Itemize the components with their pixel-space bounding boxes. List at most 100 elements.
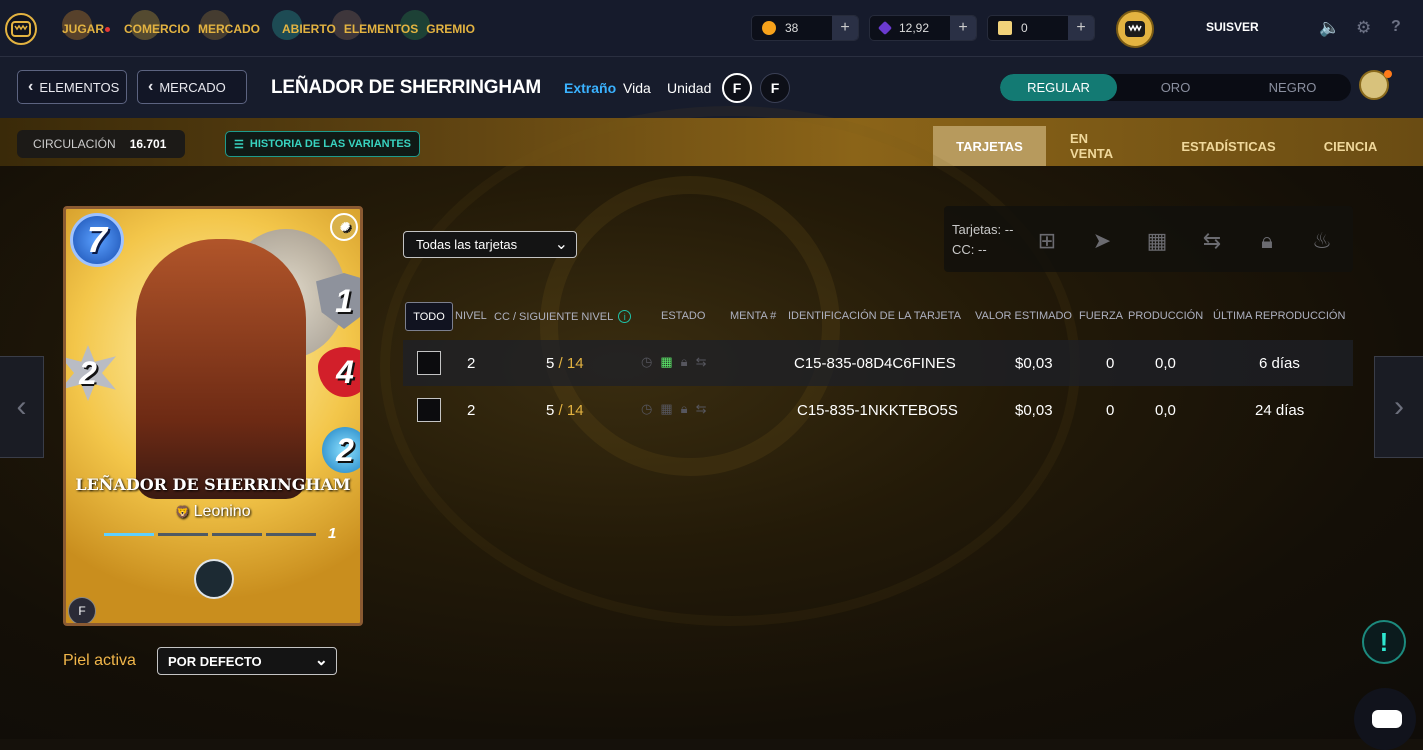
- row-cp-value: 5: [546, 355, 555, 372]
- health-heart-badge: 4: [318, 347, 360, 397]
- list-icon: ☰: [234, 138, 244, 151]
- lock-icon: 🔒︎: [680, 354, 688, 369]
- selected-cards-count: Tarjetas: --: [952, 222, 1014, 237]
- previous-card-button[interactable]: ‹: [0, 356, 44, 458]
- tab-stats[interactable]: ESTADÍSTICAS: [1158, 126, 1299, 166]
- dec-balance: 12,92 +: [869, 15, 977, 41]
- bulk-actions-panel: Tarjetas: -- CC: -- ⊞ ➤ ▦ ⇆ 🔒︎ ♨: [944, 206, 1353, 272]
- column-level[interactable]: NIVEL: [455, 310, 487, 322]
- column-last-played[interactable]: ÚLTIMA REPRODUCCIÓN: [1213, 310, 1345, 322]
- nav-guild[interactable]: GREMIO: [422, 22, 479, 36]
- back-market-button[interactable]: ‹ MERCADO: [137, 70, 247, 104]
- card-name: LEÑADOR DE SHERRINGHAM: [75, 475, 351, 494]
- exclamation-icon: !: [1379, 626, 1389, 657]
- skin-select[interactable]: POR DEFECTO: [157, 647, 337, 675]
- add-packs-button[interactable]: +: [1068, 16, 1094, 40]
- mana-cost-badge: 7: [70, 213, 124, 267]
- transfer-icon[interactable]: ⇆: [1199, 228, 1225, 254]
- melee-attack-badge: 2: [66, 345, 116, 401]
- row-checkbox[interactable]: [417, 398, 441, 422]
- send-icon[interactable]: ➤: [1089, 228, 1115, 254]
- table-row[interactable]: 2 5 / 14 ◷ ▦ 🔒︎ ⇆ C15-835-1NKKTEBO5S $0,…: [403, 387, 1353, 433]
- select-all-button[interactable]: TODO: [405, 302, 453, 331]
- edition-icon: F: [722, 73, 752, 103]
- back-elements-button[interactable]: ‹ ELEMENTOS: [17, 70, 127, 104]
- row-card-id[interactable]: C15-835-1NKKTEBO5S: [797, 402, 958, 419]
- column-state[interactable]: ESTADO: [661, 310, 705, 322]
- circulation-value: 16.701: [129, 137, 167, 151]
- store-icon[interactable]: ▦: [1144, 228, 1170, 254]
- add-dec-button[interactable]: +: [950, 16, 976, 40]
- edition-glyph-alt: F: [770, 80, 780, 96]
- selection-summary: Tarjetas: -- CC: --: [952, 220, 1013, 260]
- variant-history-button[interactable]: ☰ HISTORIA DE LAS VARIANTES: [225, 131, 421, 157]
- row-last-played: 24 días: [1255, 402, 1305, 419]
- clock-icon: ◷: [641, 401, 653, 416]
- column-mint[interactable]: MENTA #: [730, 310, 776, 322]
- column-value[interactable]: VALOR ESTIMADO: [975, 310, 1072, 322]
- foil-edition-icon: F: [760, 73, 790, 103]
- card-tabs: TARJETAS EN VENTA ESTADÍSTICAS CIENCIA: [933, 126, 1402, 166]
- lock-icon[interactable]: 🔒︎: [1254, 228, 1280, 254]
- row-checkbox[interactable]: [417, 351, 441, 375]
- column-card-id[interactable]: IDENTIFICACIÓN DE LA TARJETA: [788, 310, 961, 322]
- help-icon[interactable]: ?: [1391, 18, 1401, 36]
- speed-badge: 2: [322, 427, 360, 473]
- level-segment: [266, 533, 316, 536]
- column-cp-label: CC / SIGUIENTE NIVEL: [494, 311, 614, 323]
- column-cp[interactable]: CC / SIGUIENTE NIVEL i: [494, 310, 632, 323]
- row-last-played: 6 días: [1259, 355, 1300, 372]
- variant-black[interactable]: NEGRO: [1234, 74, 1351, 101]
- crystal-icon: [877, 20, 893, 36]
- nav-play[interactable]: JUGAR: [58, 22, 114, 36]
- row-level: 2: [467, 402, 476, 419]
- nav-market[interactable]: MERCADO: [194, 22, 264, 36]
- chevron-left-icon: ‹: [16, 390, 27, 423]
- tab-science[interactable]: CIENCIA: [1299, 126, 1402, 166]
- packs-balance: 0 +: [987, 15, 1095, 41]
- main-nav: JUGAR COMERCIO MERCADO ABIERTO ELEMENTOS…: [58, 0, 479, 57]
- column-power[interactable]: FUERZA: [1079, 310, 1123, 322]
- table-row[interactable]: 2 5 / 14 ◷ ▦ 🔒︎ ⇆ C15-835-08D4C6FINES $0…: [403, 340, 1353, 386]
- row-cp-next: / 14: [558, 402, 584, 419]
- nav-trade[interactable]: COMERCIO: [120, 22, 194, 36]
- alert-help-button[interactable]: !: [1362, 620, 1406, 664]
- add-credits-button[interactable]: +: [832, 16, 858, 40]
- store-icon[interactable]: ▦: [660, 354, 672, 370]
- user-avatar[interactable]: [1116, 10, 1154, 48]
- row-production: 0,0: [1155, 402, 1176, 419]
- row-cp: 5 / 14: [546, 402, 584, 419]
- element-label: Vida: [623, 80, 651, 96]
- credits-value: 38: [785, 21, 799, 35]
- nav-open[interactable]: ABIERTO: [278, 22, 340, 36]
- card-filter-select[interactable]: Todas las tarjetas: [403, 231, 577, 258]
- username[interactable]: SUISVER: [1206, 20, 1259, 34]
- row-state-icons: ◷ ▦ 🔒︎ ⇆: [641, 354, 706, 370]
- row-card-id[interactable]: C15-835-08D4C6FINES: [794, 355, 956, 372]
- nav-elements[interactable]: ELEMENTOS: [340, 22, 422, 36]
- level-segment: [104, 533, 154, 536]
- combine-icon[interactable]: ⊞: [1034, 228, 1060, 254]
- gear-icon[interactable]: ⚙: [1356, 18, 1371, 38]
- chat-button[interactable]: [1354, 688, 1416, 750]
- ability-icon: [194, 559, 234, 599]
- info-icon[interactable]: i: [618, 310, 632, 323]
- column-production[interactable]: PRODUCCIÓN: [1128, 310, 1203, 322]
- store-icon[interactable]: ▦: [660, 401, 672, 417]
- page-title: LEÑADOR DE SHERRINGHAM: [271, 77, 542, 98]
- burn-icon[interactable]: ♨: [1309, 228, 1335, 254]
- next-card-button[interactable]: ›: [1374, 356, 1423, 458]
- lion-race-icon: 🦁: [175, 505, 194, 519]
- tab-cards[interactable]: TARJETAS: [933, 126, 1046, 166]
- top-bar: JUGAR COMERCIO MERCADO ABIERTO ELEMENTOS…: [0, 0, 1423, 57]
- main-content: ‹ › 7 ✺ 1 2 4 2 LEÑADOR DE SHERRINGHAM 🦁…: [0, 106, 1423, 750]
- selected-cp-total: CC: --: [952, 242, 987, 257]
- splinterlands-logo-icon[interactable]: [5, 13, 37, 45]
- tab-for-sale[interactable]: EN VENTA: [1046, 126, 1158, 166]
- variant-regular[interactable]: REGULAR: [1000, 74, 1117, 101]
- life-element-icon: ✺: [330, 213, 358, 241]
- back-market-label: MERCADO: [159, 79, 226, 95]
- variant-gold[interactable]: ORO: [1117, 74, 1234, 101]
- notification-dot-icon: [1384, 70, 1392, 78]
- sound-icon[interactable]: 🔈: [1319, 18, 1340, 38]
